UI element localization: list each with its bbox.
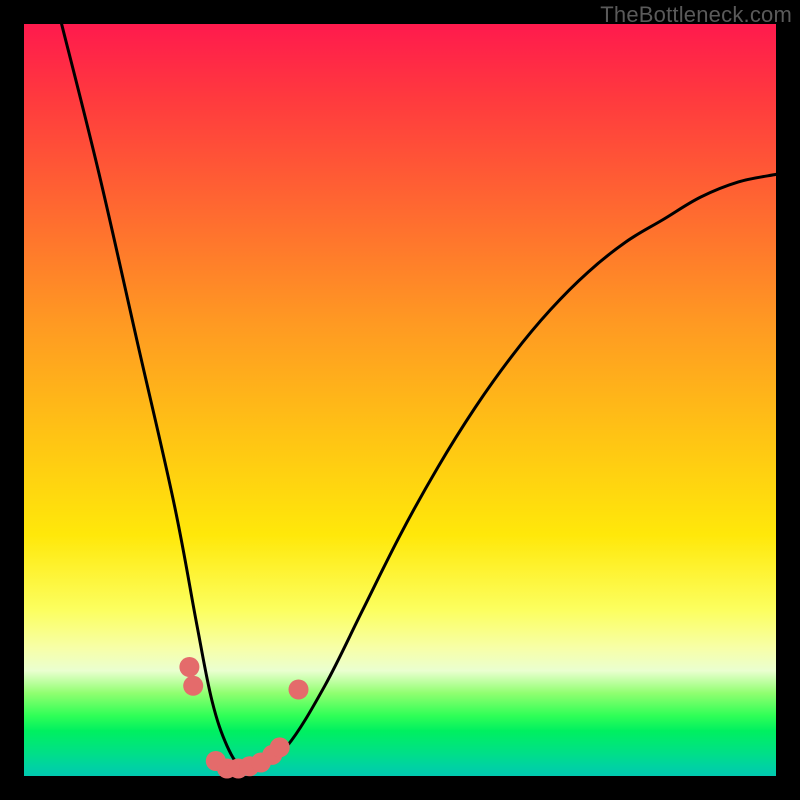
curve-marker: [183, 676, 203, 696]
curve-marker: [179, 657, 199, 677]
curve-marker: [270, 737, 290, 757]
bottleneck-curve: [62, 24, 776, 772]
curve-marker: [289, 680, 309, 700]
chart-frame: [24, 24, 776, 776]
chart-svg: [24, 24, 776, 776]
curve-markers: [179, 657, 308, 779]
